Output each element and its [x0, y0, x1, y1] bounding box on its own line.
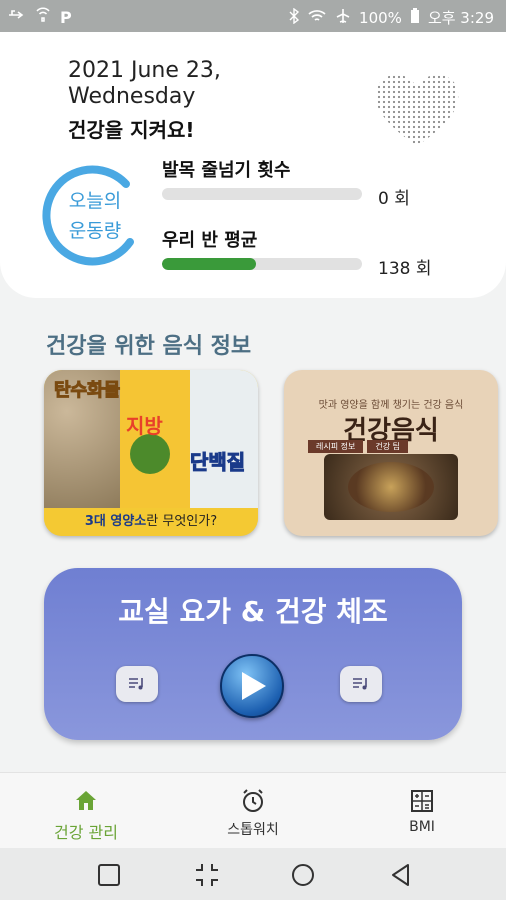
- split-screen-icon[interactable]: [194, 862, 220, 888]
- p-icon: P: [60, 8, 72, 27]
- nav-label-stopwatch: 스톱워치: [227, 822, 279, 838]
- home-icon: [76, 791, 96, 810]
- yoga-exercise-card[interactable]: 교실 요가 & 건강 체조: [44, 568, 462, 740]
- wifi-icon: [307, 8, 327, 28]
- play-button[interactable]: [220, 654, 284, 718]
- food-section-title: 건강을 위한 음식 정보: [46, 334, 252, 359]
- tagline: 건강을 지켜요!: [68, 118, 195, 142]
- play-icon: [242, 672, 266, 700]
- date-line-1: 2021 June 23,: [68, 58, 221, 83]
- fat-label: 지방: [126, 414, 163, 438]
- playlist-icon: [353, 678, 367, 690]
- music-list-button-right[interactable]: [340, 666, 382, 702]
- wifi-calling-icon: [34, 7, 52, 28]
- nav-label-health: 건강 관리: [54, 823, 118, 842]
- ankle-jump-progress: [162, 188, 362, 200]
- home-button-icon[interactable]: [290, 862, 316, 888]
- healthy-food-tag: 레시피 정보: [308, 440, 364, 453]
- yoga-title: 교실 요가 & 건강 체조: [118, 595, 388, 628]
- healthy-food-card[interactable]: 맛과 영양을 함께 챙기는 건강 음식 건강음식 레시피 정보 건강 팁: [284, 370, 498, 536]
- bottom-navigation: 건강 관리 스톱워치 BMI: [0, 772, 506, 848]
- ring-label-line2: 운동량: [68, 220, 122, 242]
- battery-percent: 100%: [359, 8, 402, 27]
- nutrients-caption-bold: 3대 영양소: [84, 514, 147, 529]
- healthy-food-tag: 건강 팁: [367, 440, 408, 453]
- protein-label: 단백질: [189, 450, 246, 475]
- bluetooth-icon: [289, 7, 300, 28]
- alarm-clock-icon: [243, 789, 263, 812]
- recent-apps-icon[interactable]: [96, 862, 122, 888]
- nav-health-management[interactable]: 건강 관리: [26, 773, 146, 849]
- bowl-image: [348, 462, 434, 512]
- usb-icon: [8, 8, 26, 27]
- clock-time: 오후 3:29: [427, 9, 494, 27]
- healthy-food-subtitle: 맛과 영양을 함께 챙기는 건강 음식: [318, 400, 464, 411]
- healthy-food-tags: 레시피 정보 건강 팁: [308, 440, 408, 453]
- calculator-icon: [411, 790, 433, 812]
- carb-label: 탄수화물: [53, 380, 121, 402]
- date-line-2: Wednesday: [68, 84, 196, 109]
- nav-label-bmi: BMI: [409, 819, 435, 835]
- nav-bmi[interactable]: BMI: [362, 773, 482, 849]
- herb-image: [130, 434, 170, 474]
- tofu-image: [190, 370, 258, 508]
- nav-stopwatch[interactable]: 스톱워치: [193, 773, 313, 849]
- ankle-jump-value: 0 회: [378, 189, 410, 209]
- airplane-icon: [335, 8, 351, 28]
- music-list-button-left[interactable]: [116, 666, 158, 702]
- heart-icon: [375, 74, 459, 146]
- battery-icon: [410, 7, 420, 28]
- class-average-value: 138 회: [378, 259, 432, 279]
- ring-label-line1: 오늘의: [68, 190, 122, 212]
- nutrients-card[interactable]: 탄수화물 지방 단백질 3대 영양소란 무엇인가?: [44, 370, 258, 536]
- nutrients-caption: 3대 영양소란 무엇인가?: [44, 508, 258, 536]
- playlist-icon: [129, 678, 143, 690]
- nutrients-caption-rest: 란 무엇인가?: [146, 514, 218, 529]
- system-navigation-bar: [0, 848, 506, 900]
- class-average-progress-fill: [162, 258, 256, 270]
- class-average-progress: [162, 258, 362, 270]
- back-icon[interactable]: [388, 862, 414, 888]
- activity-ring: [42, 165, 134, 266]
- status-bar: P 100% 오후 3:29: [0, 0, 506, 32]
- class-average-label: 우리 반 평균: [162, 230, 258, 251]
- ankle-jump-label: 발목 줄넘기 횟수: [162, 160, 291, 181]
